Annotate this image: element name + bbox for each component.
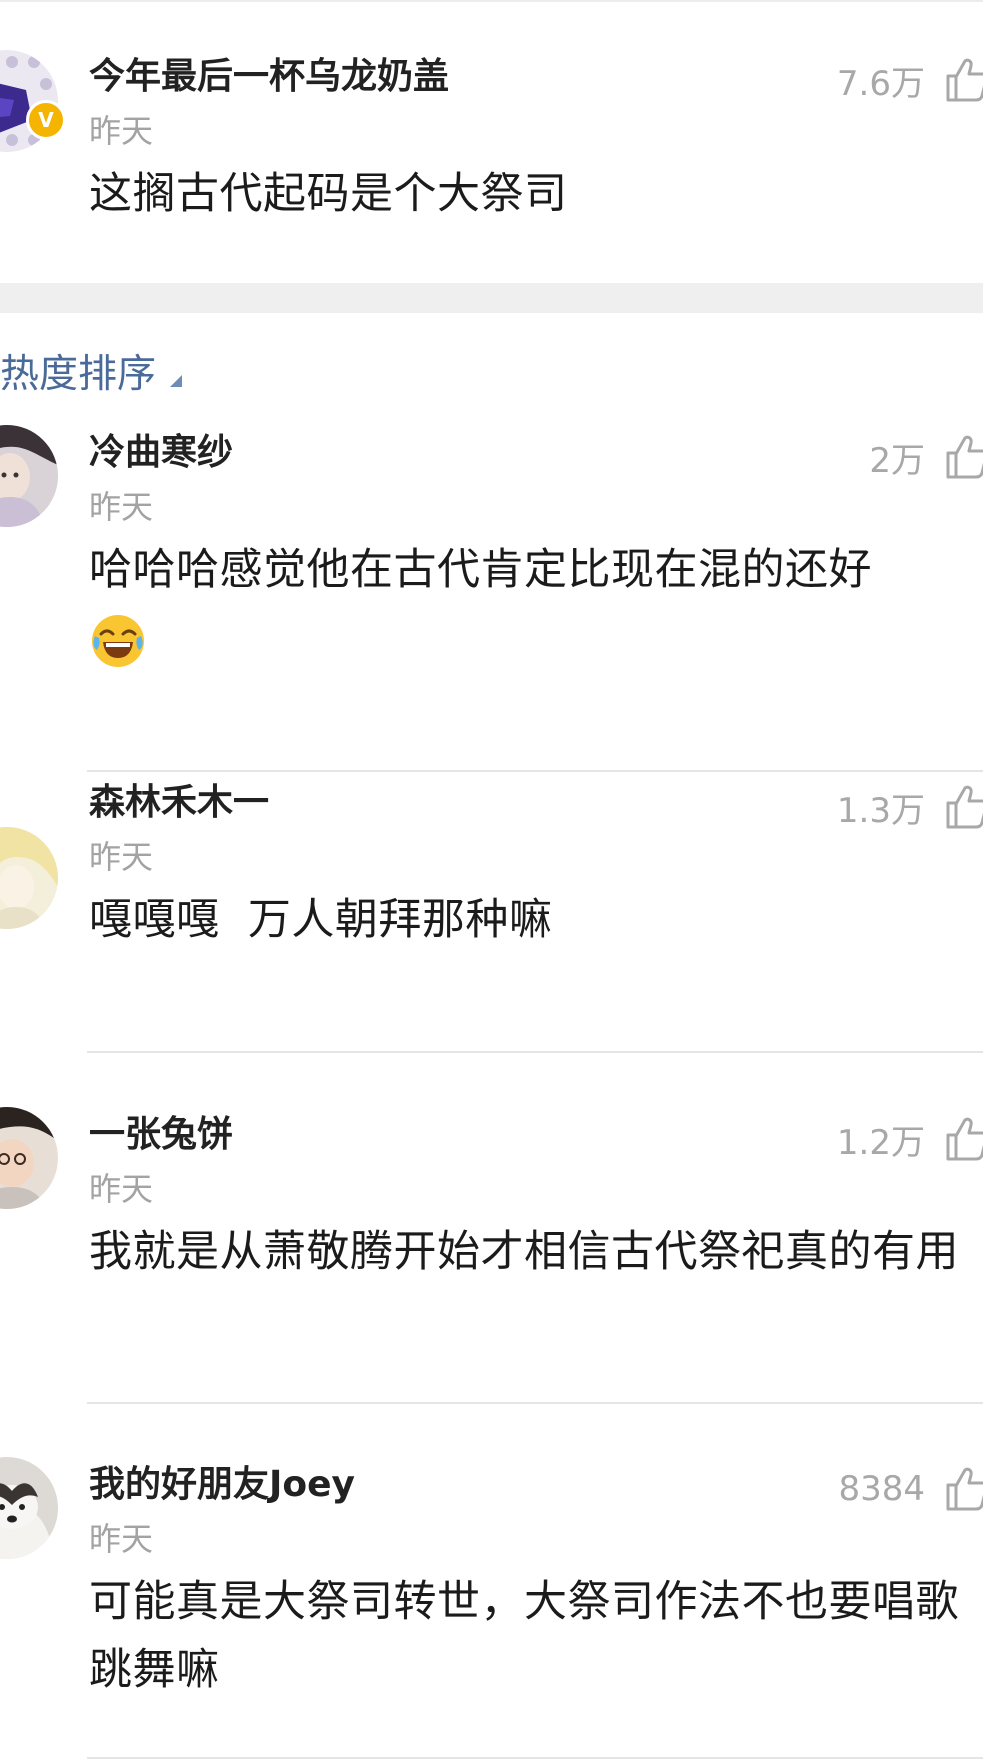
sort-by-popularity-toggle[interactable]: 热度排序 [0, 345, 183, 397]
thumbs-up-icon[interactable] [945, 1466, 983, 1512]
avatar[interactable] [0, 827, 58, 929]
like-count: 2万 [869, 440, 925, 481]
username[interactable]: 我的好朋友Joey [89, 1462, 355, 1508]
thumbs-up-icon[interactable] [945, 57, 983, 103]
comment-item: 冷曲寒纱 昨天 2万 哈哈哈感觉他在古代肯定比现在混的还好 [0, 425, 983, 775]
avatar[interactable] [0, 1457, 58, 1559]
thumbs-up-icon[interactable] [945, 434, 983, 480]
comment-text: 我就是从萧敬腾开始才相信古代祭祀真的有用 [89, 1227, 959, 1277]
like-button[interactable]: 2万 [869, 432, 983, 482]
comment-time: 昨天 [89, 1170, 154, 1208]
comment-text: 可能真是大祭司转世，大祭司作法不也要唱歌跳舞嘛 [89, 1577, 959, 1695]
comment-item-top: V 今年最后一杯乌龙奶盖 昨天 7.6万 这搁古代起码是个大祭司 [0, 0, 983, 283]
like-button[interactable]: 8384 [838, 1464, 983, 1514]
comment-time: 昨天 [89, 838, 154, 876]
comment-divider [87, 1757, 983, 1759]
laughing-tears-emoji-icon [89, 612, 147, 670]
comment-text: 嘎嘎嘎 万人朝拜那种嘛 [89, 895, 553, 945]
like-count: 1.2万 [836, 1122, 925, 1163]
comment-time: 昨天 [89, 488, 154, 526]
comment-text: 这搁古代起码是个大祭司 [89, 169, 568, 219]
verified-badge-icon: V [26, 100, 66, 140]
thumbs-up-icon[interactable] [945, 784, 983, 830]
section-separator [0, 283, 983, 313]
comment-item: 我的好朋友Joey 昨天 8384 可能真是大祭司转世，大祭司作法不也要唱歌跳舞… [0, 1457, 983, 1761]
comment-text: 哈哈哈感觉他在古代肯定比现在混的还好 [89, 536, 969, 672]
comment-divider [87, 770, 983, 772]
avatar[interactable] [0, 1107, 58, 1209]
like-count: 7.6万 [836, 63, 925, 104]
username[interactable]: 一张兔饼 [89, 1112, 233, 1158]
username[interactable]: 森林禾木一 [89, 780, 269, 826]
username[interactable]: 今年最后一杯乌龙奶盖 [89, 54, 449, 100]
username[interactable]: 冷曲寒纱 [89, 430, 233, 476]
sort-label: 热度排序 [0, 352, 157, 397]
comment-item: 一张兔饼 昨天 1.2万 我就是从萧敬腾开始才相信古代祭祀真的有用 [0, 1107, 983, 1442]
like-button[interactable]: 1.2万 [837, 1114, 983, 1164]
like-count: 1.3万 [836, 790, 925, 831]
like-button[interactable]: 1.3万 [837, 782, 983, 832]
like-count: 8384 [838, 1469, 925, 1509]
comment-time: 昨天 [89, 1520, 154, 1558]
triangle-down-icon [170, 375, 183, 387]
avatar[interactable] [0, 425, 58, 527]
comment-time: 昨天 [89, 112, 154, 150]
thumbs-up-icon[interactable] [945, 1116, 983, 1162]
comment-item: 森林禾木一 昨天 1.3万 嘎嘎嘎 万人朝拜那种嘛 [0, 775, 983, 1055]
like-button[interactable]: 7.6万 [837, 55, 983, 105]
comment-text-body: 哈哈哈感觉他在古代肯定比现在混的还好 [89, 545, 872, 595]
comment-divider [87, 1051, 983, 1053]
comment-divider [87, 1402, 983, 1404]
